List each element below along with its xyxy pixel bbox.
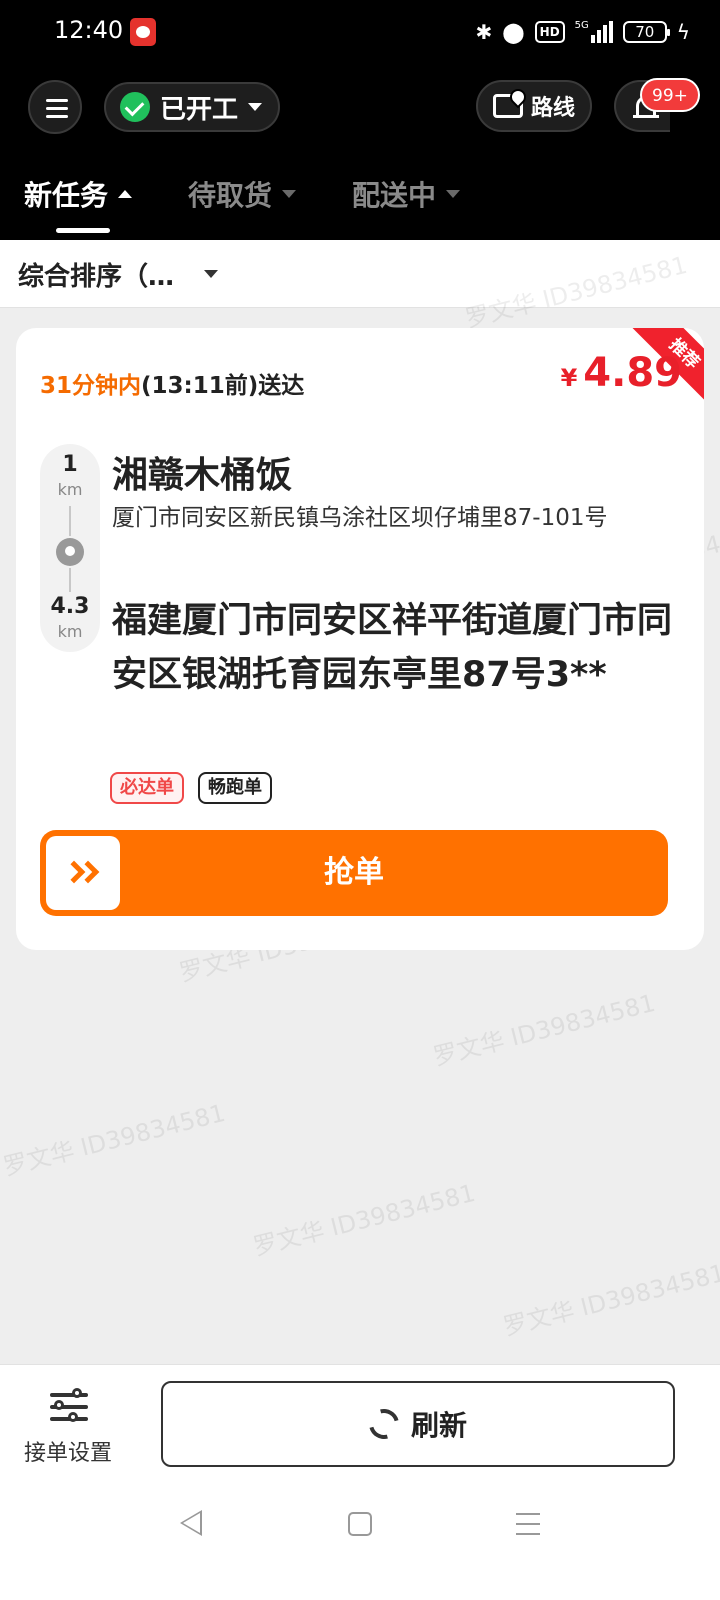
caret-down-icon [446, 190, 461, 198]
order-settings-label: 接单设置 [23, 1441, 112, 1466]
menu-icon [46, 99, 68, 102]
tab-label: 新任务 [24, 179, 109, 212]
sliders-icon [50, 1388, 88, 1425]
distance-column: 1 km 4.3 km [40, 444, 100, 652]
hd-icon: HD [534, 21, 565, 43]
bottom-bar: 接单设置 刷新 [0, 1364, 720, 1600]
location-pin-icon [56, 538, 84, 566]
grab-order-label: 抢单 [324, 855, 384, 890]
watermark: 罗文华 ID39834581 [500, 1258, 720, 1342]
tag-smooth-run: 畅跑单 [198, 772, 272, 804]
drop-distance-unit: km [57, 622, 83, 641]
tab-new-task[interactable]: 新任务 [24, 174, 133, 214]
chevron-down-icon [204, 270, 218, 278]
delivery-deadline: (13:11前)送达 [141, 373, 305, 399]
work-status-toggle[interactable]: 已开工 [104, 82, 280, 132]
chevron-down-icon [248, 103, 263, 111]
grab-order-button[interactable]: 抢单 [40, 830, 668, 916]
order-tabs: 新任务 待取货 配送中 [0, 160, 720, 240]
app-header: 12:40 ✱ ⬤ HD 5G 70 ϟ 已开工 路线 99+ 新任务 待取货 … [0, 0, 720, 240]
app-notification-icon [130, 18, 156, 46]
refresh-icon [363, 1403, 405, 1445]
notification-badge: 99+ [640, 78, 700, 112]
tab-label: 配送中 [352, 179, 437, 212]
order-price: ¥ 4.89 [561, 350, 682, 396]
tab-delivering[interactable]: 配送中 [352, 174, 461, 214]
refresh-label: 刷新 [410, 1409, 467, 1442]
delivery-window: 31分钟内 [40, 373, 142, 399]
double-chevron-right-icon [62, 860, 106, 886]
shop-name: 湘赣木桶饭 [112, 455, 293, 496]
location-icon: ⬤ [502, 20, 525, 44]
route-label: 路线 [530, 96, 575, 121]
map-icon [492, 94, 523, 118]
check-circle-icon [120, 92, 150, 122]
destination-address: 福建厦门市同安区祥平街道厦门市同安区银湖托育园东亭里87号3** [112, 601, 673, 695]
tag-guaranteed: 必达单 [110, 772, 184, 804]
signal-icon: 5G [575, 21, 613, 43]
sort-label: 综合排序（… [18, 262, 175, 292]
price-amount: 4.89 [583, 350, 682, 396]
nav-back-icon[interactable] [180, 1510, 202, 1536]
nav-home-icon[interactable] [348, 1512, 372, 1536]
caret-down-icon [282, 190, 297, 198]
bluetooth-icon: ✱ [475, 20, 493, 44]
watermark: 罗文华 ID39834581 [0, 1098, 228, 1182]
nav-recents-icon[interactable] [516, 1513, 540, 1535]
delivery-time: 31分钟内(13:11前)送达 [40, 366, 304, 400]
route-button[interactable]: 路线 [476, 80, 592, 132]
slide-handle[interactable] [46, 836, 120, 910]
caret-up-icon [118, 190, 133, 198]
active-tab-indicator [56, 228, 110, 233]
order-settings-button[interactable]: 接单设置 [10, 1383, 126, 1473]
distance-divider [69, 568, 71, 592]
order-card[interactable]: 推荐 31分钟内(13:11前)送达 ¥ 4.89 1 km 4.3 km 湘赣… [16, 328, 704, 950]
pickup-distance: 1 [62, 452, 78, 477]
drop-distance: 4.3 [50, 594, 90, 619]
sort-bar[interactable]: 综合排序（… [0, 240, 720, 308]
pickup-distance-unit: km [57, 480, 83, 499]
work-status-label: 已开工 [160, 94, 239, 125]
tab-label: 待取货 [188, 179, 273, 212]
status-icons: ✱ ⬤ HD 5G 70 ϟ [476, 18, 691, 46]
status-bar: 12:40 ✱ ⬤ HD 5G 70 ϟ [0, 0, 720, 66]
distance-divider [69, 506, 71, 536]
battery-icon: 70 [622, 21, 670, 43]
network-type-label: 5G [574, 20, 589, 31]
currency-symbol: ¥ [560, 364, 578, 392]
watermark: 罗文华 ID39834581 [430, 988, 658, 1072]
status-time: 12:40 [54, 16, 124, 44]
charging-icon: ϟ [676, 20, 690, 44]
watermark: 罗文华 ID39834581 [250, 1178, 478, 1262]
shop-address: 厦门市同安区新民镇乌涂社区坝仔埔里87-101号 [112, 505, 608, 531]
refresh-button[interactable]: 刷新 [161, 1381, 675, 1467]
tab-pending-pickup[interactable]: 待取货 [188, 174, 297, 214]
menu-button[interactable] [28, 80, 82, 134]
